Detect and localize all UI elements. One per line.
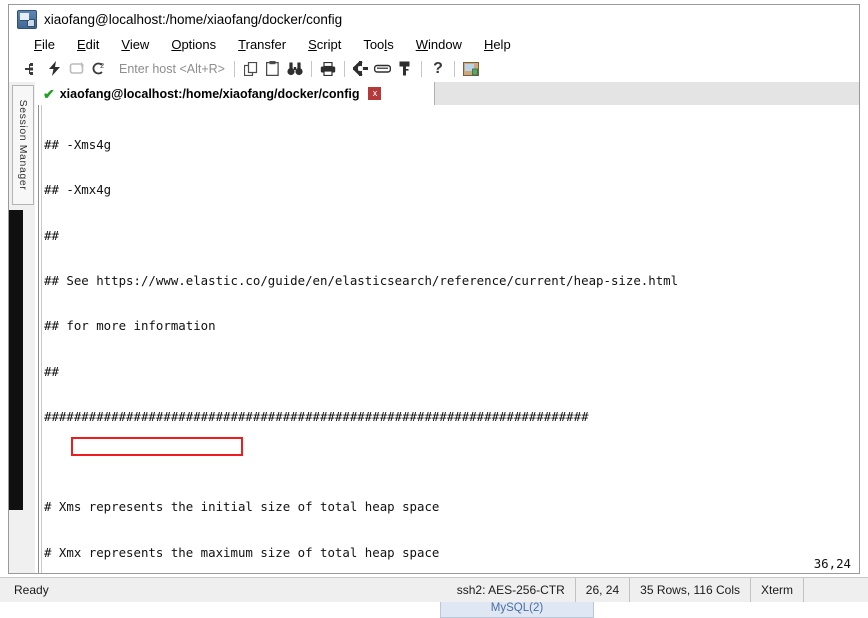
menu-item-file[interactable]: File xyxy=(23,35,66,54)
terminal-line: ## See https://www.elastic.co/guide/en/e… xyxy=(44,273,679,289)
menu-label-tools: s xyxy=(387,36,394,52)
terminal-line: ########################################… xyxy=(44,408,589,424)
status-bar: Ready ssh2: AES-256-CTR 26, 24 35 Rows, … xyxy=(0,577,868,602)
title-bar: xiaofang@localhost:/home/xiaofang/docker… xyxy=(9,5,859,33)
toolbar-separator xyxy=(233,60,235,77)
terminal-border-left xyxy=(38,105,39,573)
tab-title: xiaofang@localhost:/home/xiaofang/docker… xyxy=(59,86,360,101)
terminal-line: ## xyxy=(44,363,59,379)
securecrt-window: xiaofang@localhost:/home/xiaofang/docker… xyxy=(8,4,860,574)
toolbar-separator xyxy=(453,60,455,77)
help-icon[interactable]: ? xyxy=(427,58,449,79)
close-icon[interactable]: x xyxy=(368,87,382,100)
menu-label-transfer: ransfer xyxy=(245,36,287,52)
status-emulation: Xterm xyxy=(749,578,803,602)
terminal-border-left-2 xyxy=(41,105,42,573)
taskbar-item-label: MySQL(2) xyxy=(490,602,544,614)
menu-item-transfer[interactable]: Transfer xyxy=(227,35,297,54)
quick-connect-icon[interactable] xyxy=(43,58,65,79)
terminal-window-icon xyxy=(17,9,37,29)
terminal-panel[interactable]: ## -Xms4g ## -Xmx4g ## ## See https://ww… xyxy=(35,105,859,573)
sidebar-dark-strip xyxy=(9,210,23,510)
sidebar-item-session-manager[interactable]: Session Manager xyxy=(12,85,34,205)
menu-item-window[interactable]: Window xyxy=(405,35,473,54)
menu-label-view: iew xyxy=(129,36,150,52)
window-body: Session Manager ✔ xiaofang@localhost:/ho… xyxy=(9,82,859,573)
menu-label-options: ptions xyxy=(181,36,217,52)
terminal-output[interactable]: ## -Xms4g ## -Xmx4g ## ## See https://ww… xyxy=(44,107,859,573)
application-root: MySQL(2) xiaofang@localhost:/home/xiaofa… xyxy=(0,0,868,618)
settings-gear-icon[interactable] xyxy=(350,58,372,79)
terminal-line: # Xms represents the initial size of tot… xyxy=(44,499,440,515)
svg-text:2: 2 xyxy=(100,63,104,71)
session-manager-label: Session Manager xyxy=(17,99,29,191)
menu-item-script[interactable]: Script xyxy=(297,35,352,54)
screen-capture-icon[interactable] xyxy=(460,58,482,79)
disconnect-icon[interactable]: 2 xyxy=(87,58,109,79)
reconnect-icon[interactable] xyxy=(65,58,87,79)
sidebar: Session Manager xyxy=(9,82,35,573)
menu-item-help[interactable]: Help xyxy=(473,35,522,54)
keyboard-icon[interactable] xyxy=(372,58,394,79)
cursor-position-indicator: 36,24 xyxy=(813,556,851,571)
paste-icon[interactable] xyxy=(262,58,284,79)
terminal-line: # Xmx represents the maximum size of tot… xyxy=(44,544,440,560)
menu-item-edit[interactable]: Edit xyxy=(66,35,110,54)
menu-label-file: ile xyxy=(41,36,55,52)
toolbar-separator xyxy=(310,60,312,77)
menu-item-options[interactable]: Options xyxy=(160,35,227,54)
terminal-line: ## -Xmx4g xyxy=(44,182,112,198)
host-input[interactable]: Enter host <Alt+R> xyxy=(115,60,229,78)
menu-label-script: cript xyxy=(316,36,342,52)
content-area: ✔ xiaofang@localhost:/home/xiaofang/dock… xyxy=(35,82,859,573)
tab-strip: ✔ xiaofang@localhost:/home/xiaofang/dock… xyxy=(35,82,859,106)
terminal-line: ## -Xms4g xyxy=(44,137,112,153)
terminal-line: ## for more information xyxy=(44,318,216,334)
status-dimensions: 35 Rows, 116 Cols xyxy=(629,578,750,602)
toolbar-separator xyxy=(343,60,345,77)
find-icon[interactable] xyxy=(284,58,306,79)
status-cursor-position: 26, 24 xyxy=(574,578,629,602)
status-encryption: ssh2: AES-256-CTR xyxy=(456,583,565,597)
menu-item-view[interactable]: View xyxy=(110,35,160,54)
status-ready: Ready xyxy=(14,583,49,597)
toolbar: 2 Enter host <Alt+R> ? xyxy=(9,55,859,83)
key-icon[interactable] xyxy=(394,58,416,79)
menu-label-help: elp xyxy=(493,36,511,52)
terminal-line: ## xyxy=(44,227,59,243)
print-icon[interactable] xyxy=(317,58,339,79)
connected-check-icon: ✔ xyxy=(43,85,55,102)
copy-icon[interactable] xyxy=(240,58,262,79)
menu-label-edit: dit xyxy=(85,36,100,52)
menu-item-tools[interactable]: Tools xyxy=(352,35,404,54)
toolbar-separator xyxy=(420,60,422,77)
menu-bar: File Edit View Options Transfer Script T… xyxy=(9,33,859,55)
connect-icon[interactable] xyxy=(21,58,43,79)
status-resize-grip xyxy=(803,578,868,602)
tab-session-0[interactable]: ✔ xiaofang@localhost:/home/xiaofang/dock… xyxy=(35,82,435,105)
window-title: xiaofang@localhost:/home/xiaofang/docker… xyxy=(44,11,343,27)
menu-label-window: indow xyxy=(427,36,462,52)
